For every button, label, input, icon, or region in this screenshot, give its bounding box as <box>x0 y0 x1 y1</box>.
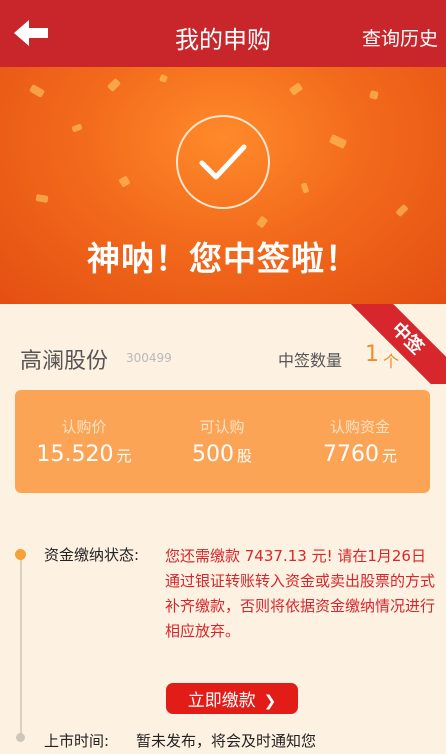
subscription-info-card: 认购价 15.520 元 可认购 500 股 认购资金 7760 元 <box>15 390 430 493</box>
card-value: 500 <box>191 442 234 467</box>
subscribable-shares: 可认购 500 股 <box>153 390 291 493</box>
pay-now-button[interactable]: 立即缴款 ❯ <box>166 683 298 714</box>
stock-code: 300499 <box>126 351 172 365</box>
card-value: 15.520 <box>36 442 114 467</box>
app-header: 我的申购 查询历史 <box>0 0 446 67</box>
win-ribbon-label: 中签 <box>346 304 446 384</box>
timeline-dot-pending <box>16 733 25 742</box>
subscription-price: 认购价 15.520 元 <box>15 390 153 493</box>
checkmark-circle-icon <box>176 115 270 209</box>
win-count-unit: 个 <box>383 352 400 371</box>
payment-status-text: 您还需缴款 7437.13 元! 请在1月26日通过银证转账转入资金或卖出股票的… <box>165 547 436 640</box>
listing-time-label: 上市时间: <box>44 732 110 750</box>
chevron-right-icon: ❯ <box>263 692 277 710</box>
card-label: 认购价 <box>61 418 107 436</box>
win-count-label: 中签数量 <box>278 351 343 370</box>
card-unit: 元 <box>116 447 132 465</box>
win-announcement: 神呐！您中签啦！ <box>87 239 359 278</box>
query-history-link[interactable]: 查询历史 <box>362 24 438 51</box>
card-label: 认购资金 <box>329 418 390 436</box>
pay-now-label: 立即缴款 <box>187 691 256 711</box>
win-ribbon: 中签 <box>346 304 446 384</box>
success-banner: 神呐！您中签啦！ <box>0 67 446 304</box>
card-unit: 元 <box>381 447 397 465</box>
stock-name: 高澜股份 <box>20 349 109 374</box>
payment-status-label: 资金缴纳状态: <box>44 546 140 564</box>
listing-time-value: 暂未发布，将会及时通知您 <box>136 732 317 750</box>
timeline-line <box>20 555 22 740</box>
win-count-value: 1 <box>365 342 379 367</box>
card-label: 可认购 <box>199 418 245 436</box>
card-unit: 股 <box>236 447 252 465</box>
subscription-funds: 认购资金 7760 元 <box>291 390 429 493</box>
card-value: 7760 <box>322 442 379 467</box>
timeline-dot-active <box>15 549 26 560</box>
